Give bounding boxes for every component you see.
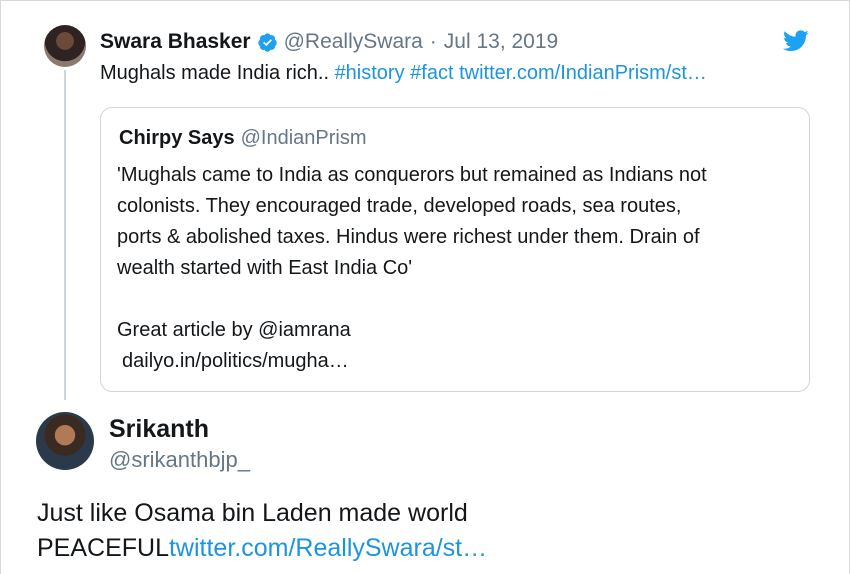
thread-connector-line (64, 70, 66, 400)
reply-text-plain: PEACEFUL (37, 534, 169, 562)
quoted-tweet-body: 'Mughals came to India as conquerors but… (117, 160, 797, 377)
quoted-text-line: colonists. They encouraged trade, develo… (117, 195, 682, 217)
reply-text: Just like Osama bin Laden made world PEA… (37, 496, 487, 566)
reply-avatar[interactable] (36, 412, 94, 470)
reply-author-name[interactable]: Srikanth (109, 415, 209, 444)
quoted-tweet-header: Chirpy Says @IndianPrism (119, 127, 367, 150)
author-handle[interactable]: @ReallySwara (284, 30, 423, 54)
hashtag-fact-link[interactable]: #fact (410, 62, 453, 84)
quoted-text-line: ports & abolished taxes. Hindus were ric… (117, 226, 700, 248)
separator-dot: · (429, 30, 437, 53)
tweet-url-link[interactable]: twitter.com/IndianPrism/st… (459, 62, 707, 84)
quoted-text-line: 'Mughals came to India as conquerors but… (117, 164, 707, 186)
avatar[interactable] (44, 25, 86, 67)
verified-badge-icon (257, 32, 277, 52)
quoted-author-handle: @IndianPrism (240, 127, 367, 149)
quoted-tweet-card[interactable]: Chirpy Says @IndianPrism 'Mughals came to… (100, 107, 810, 392)
reply-text-line1: Just like Osama bin Laden made world (37, 499, 468, 527)
reply-url-link[interactable]: twitter.com/ReallySwara/st… (169, 534, 487, 562)
hashtag-history-link[interactable]: #history (335, 62, 405, 84)
tweet-text-plain: Mughals made India rich.. (100, 62, 335, 84)
twitter-bird-icon[interactable] (783, 30, 809, 52)
quoted-author-name: Chirpy Says (119, 127, 235, 149)
reply-author-handle[interactable]: @srikanthbjp_ (109, 447, 250, 473)
quoted-text-line: wealth started with East India Co' (117, 257, 413, 279)
quoted-credit-line: Great article by @iamrana (117, 319, 351, 341)
tweet-header: Swara Bhasker @ReallySwara · Jul 13, 201… (100, 28, 558, 56)
tweet-text: Mughals made India rich.. #history #fact… (100, 62, 707, 85)
tweet-date[interactable]: Jul 13, 2019 (444, 30, 558, 54)
author-name[interactable]: Swara Bhasker (100, 30, 251, 54)
quoted-url-text: dailyo.in/politics/mugha… (122, 350, 349, 372)
